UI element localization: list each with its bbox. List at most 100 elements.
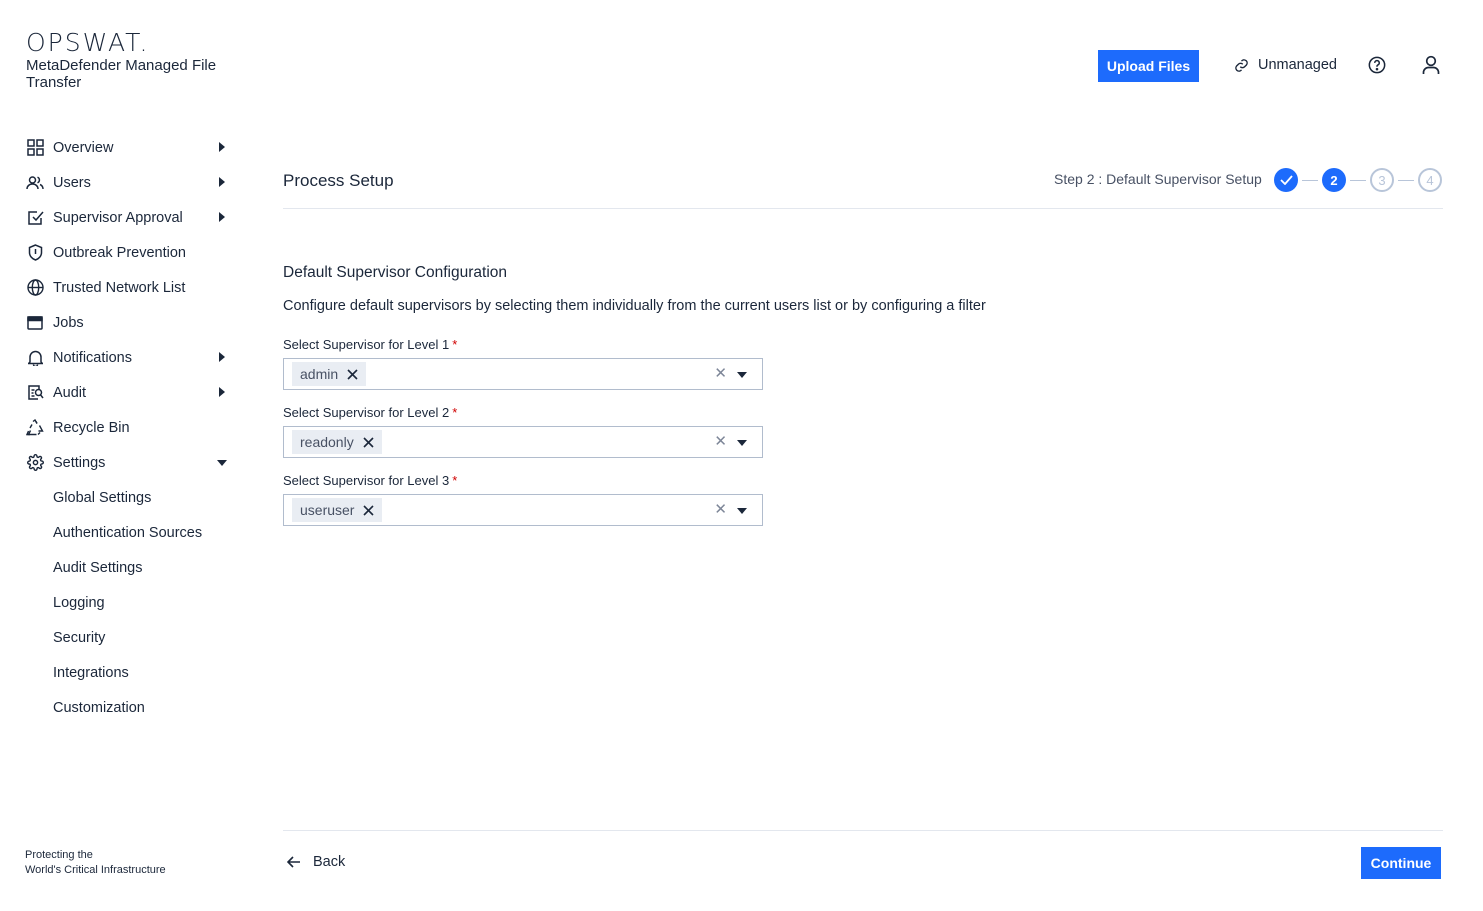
supervisor-level-2-label: Select Supervisor for Level 2 *: [283, 405, 457, 420]
sidebar-item-users[interactable]: Users: [0, 165, 260, 200]
selected-chip: useruser: [292, 498, 383, 522]
step-connector: [1350, 179, 1366, 181]
user-icon[interactable]: [1422, 55, 1442, 75]
selected-chip: readonly: [292, 430, 382, 454]
tagline-line-1: Protecting the: [25, 849, 93, 861]
sidebar-item-label: Supervisor Approval: [53, 209, 183, 226]
sidebar-subitem-authentication-sources[interactable]: Authentication Sources: [0, 515, 260, 550]
sidebar-item-label: Outbreak Prevention: [53, 244, 186, 261]
link-icon: [1234, 58, 1249, 73]
field-label-text: Select Supervisor for Level 3: [283, 473, 450, 488]
sidebar-item-notifications[interactable]: Notifications: [0, 340, 260, 375]
step-2-active: 2: [1322, 168, 1346, 192]
chip-label: readonly: [300, 434, 354, 450]
sidebar-item-label: Audit: [53, 384, 87, 401]
sidebar-item-label: Recycle Bin: [53, 419, 130, 436]
section-description: Configure default supervisors by selecti…: [283, 298, 986, 314]
continue-button[interactable]: Continue: [1361, 847, 1441, 879]
step-label: Step 2 : Default Supervisor Setup: [1054, 171, 1262, 187]
chevron-down-icon[interactable]: [737, 440, 747, 446]
arrow-left-icon: [287, 856, 301, 868]
sidebar-item-label: Overview: [53, 139, 114, 156]
chip-label: useruser: [300, 502, 355, 518]
tagline: Protecting the World's Critical Infrastr…: [25, 848, 166, 878]
check-icon: [1279, 175, 1293, 185]
chevron-down-icon[interactable]: [737, 508, 747, 514]
sidebar-subitem-audit-settings[interactable]: Audit Settings: [0, 550, 260, 585]
sidebar-item-label: Trusted Network List: [53, 279, 186, 296]
approval-icon: [26, 209, 44, 227]
sidebar-subitem-logging[interactable]: Logging: [0, 585, 260, 620]
header-divider: [283, 208, 1443, 209]
gear-icon: [26, 454, 44, 472]
clear-icon[interactable]: ✕: [714, 502, 727, 518]
required-marker: *: [452, 405, 458, 420]
unmanaged-link[interactable]: Unmanaged: [1234, 55, 1337, 75]
sidebar-subitem-integrations[interactable]: Integrations: [0, 655, 260, 690]
globe-icon: [26, 279, 44, 297]
sidebar-item-recycle-bin[interactable]: Recycle Bin: [0, 410, 260, 445]
supervisor-level-3-label: Select Supervisor for Level 3 *: [283, 473, 457, 488]
field-label-text: Select Supervisor for Level 1: [283, 337, 450, 352]
remove-chip-icon[interactable]: [347, 368, 358, 380]
required-marker: *: [452, 337, 458, 352]
sidebar-item-overview[interactable]: Overview: [0, 130, 260, 165]
supervisor-level-1-label: Select Supervisor for Level 1 *: [283, 337, 457, 352]
clear-icon[interactable]: ✕: [714, 366, 727, 382]
sidebar-subitem-customization[interactable]: Customization: [0, 690, 260, 725]
sidebar: OPSWAT. MetaDefender Managed File Transf…: [0, 0, 260, 911]
step-connector: [1302, 179, 1318, 181]
tagline-line-2: World's Critical Infrastructure: [25, 864, 166, 876]
window-icon: [26, 314, 44, 332]
sidebar-item-label: Notifications: [53, 349, 132, 366]
sidebar-item-audit[interactable]: Audit: [0, 375, 260, 410]
opswat-logo[interactable]: OPSWAT.: [26, 28, 149, 57]
sidebar-item-label: Settings: [53, 454, 106, 471]
sidebar-item-supervisor-approval[interactable]: Supervisor Approval: [0, 200, 260, 235]
footer-divider: [283, 830, 1443, 831]
shield-icon: [26, 244, 44, 262]
sidebar-item-trusted-network-list[interactable]: Trusted Network List: [0, 270, 260, 305]
sidebar-item-outbreak-prevention[interactable]: Outbreak Prevention: [0, 235, 260, 270]
grid-icon: [26, 139, 44, 157]
upload-files-button[interactable]: Upload Files: [1098, 50, 1199, 82]
supervisor-level-1-select[interactable]: admin ✕: [283, 358, 763, 390]
step-4-pending: 4: [1418, 168, 1442, 192]
stepper: 2 3 4: [1274, 168, 1442, 192]
required-marker: *: [452, 473, 458, 488]
sidebar-item-jobs[interactable]: Jobs: [0, 305, 260, 340]
clear-icon[interactable]: ✕: [714, 434, 727, 450]
caret-right-icon: [219, 177, 225, 187]
section-title: Default Supervisor Configuration: [283, 264, 508, 281]
unmanaged-label: Unmanaged: [1258, 57, 1337, 73]
sidebar-subitem-security[interactable]: Security: [0, 620, 260, 655]
sidebar-item-settings[interactable]: Settings: [0, 445, 260, 480]
caret-right-icon: [219, 142, 225, 152]
bell-icon: [26, 349, 44, 367]
caret-right-icon: [219, 212, 225, 222]
field-label-text: Select Supervisor for Level 2: [283, 405, 450, 420]
selected-chip: admin: [292, 362, 367, 386]
help-icon[interactable]: [1368, 56, 1388, 76]
supervisor-level-3-select[interactable]: useruser ✕: [283, 494, 763, 526]
app-name: MetaDefender Managed File Transfer: [26, 57, 217, 91]
sidebar-subitem-global-settings[interactable]: Global Settings: [0, 480, 260, 515]
page-title: Process Setup: [283, 171, 394, 190]
supervisor-level-2-select[interactable]: readonly ✕: [283, 426, 763, 458]
caret-down-icon: [217, 460, 227, 466]
sidebar-item-label: Jobs: [53, 314, 84, 331]
caret-right-icon: [219, 352, 225, 362]
users-icon: [26, 174, 44, 192]
remove-chip-icon[interactable]: [363, 436, 374, 448]
sidebar-nav: Overview Users Supervisor Approval Outbr…: [0, 130, 260, 725]
chevron-down-icon[interactable]: [737, 372, 747, 378]
back-label: Back: [313, 854, 346, 870]
step-connector: [1398, 179, 1414, 181]
sidebar-item-label: Users: [53, 174, 91, 191]
remove-chip-icon[interactable]: [363, 504, 375, 516]
recycle-icon: [26, 419, 44, 437]
step-1-complete: [1274, 168, 1298, 192]
back-button[interactable]: Back: [287, 852, 345, 872]
step-3-pending: 3: [1370, 168, 1394, 192]
chip-label: admin: [300, 366, 339, 382]
